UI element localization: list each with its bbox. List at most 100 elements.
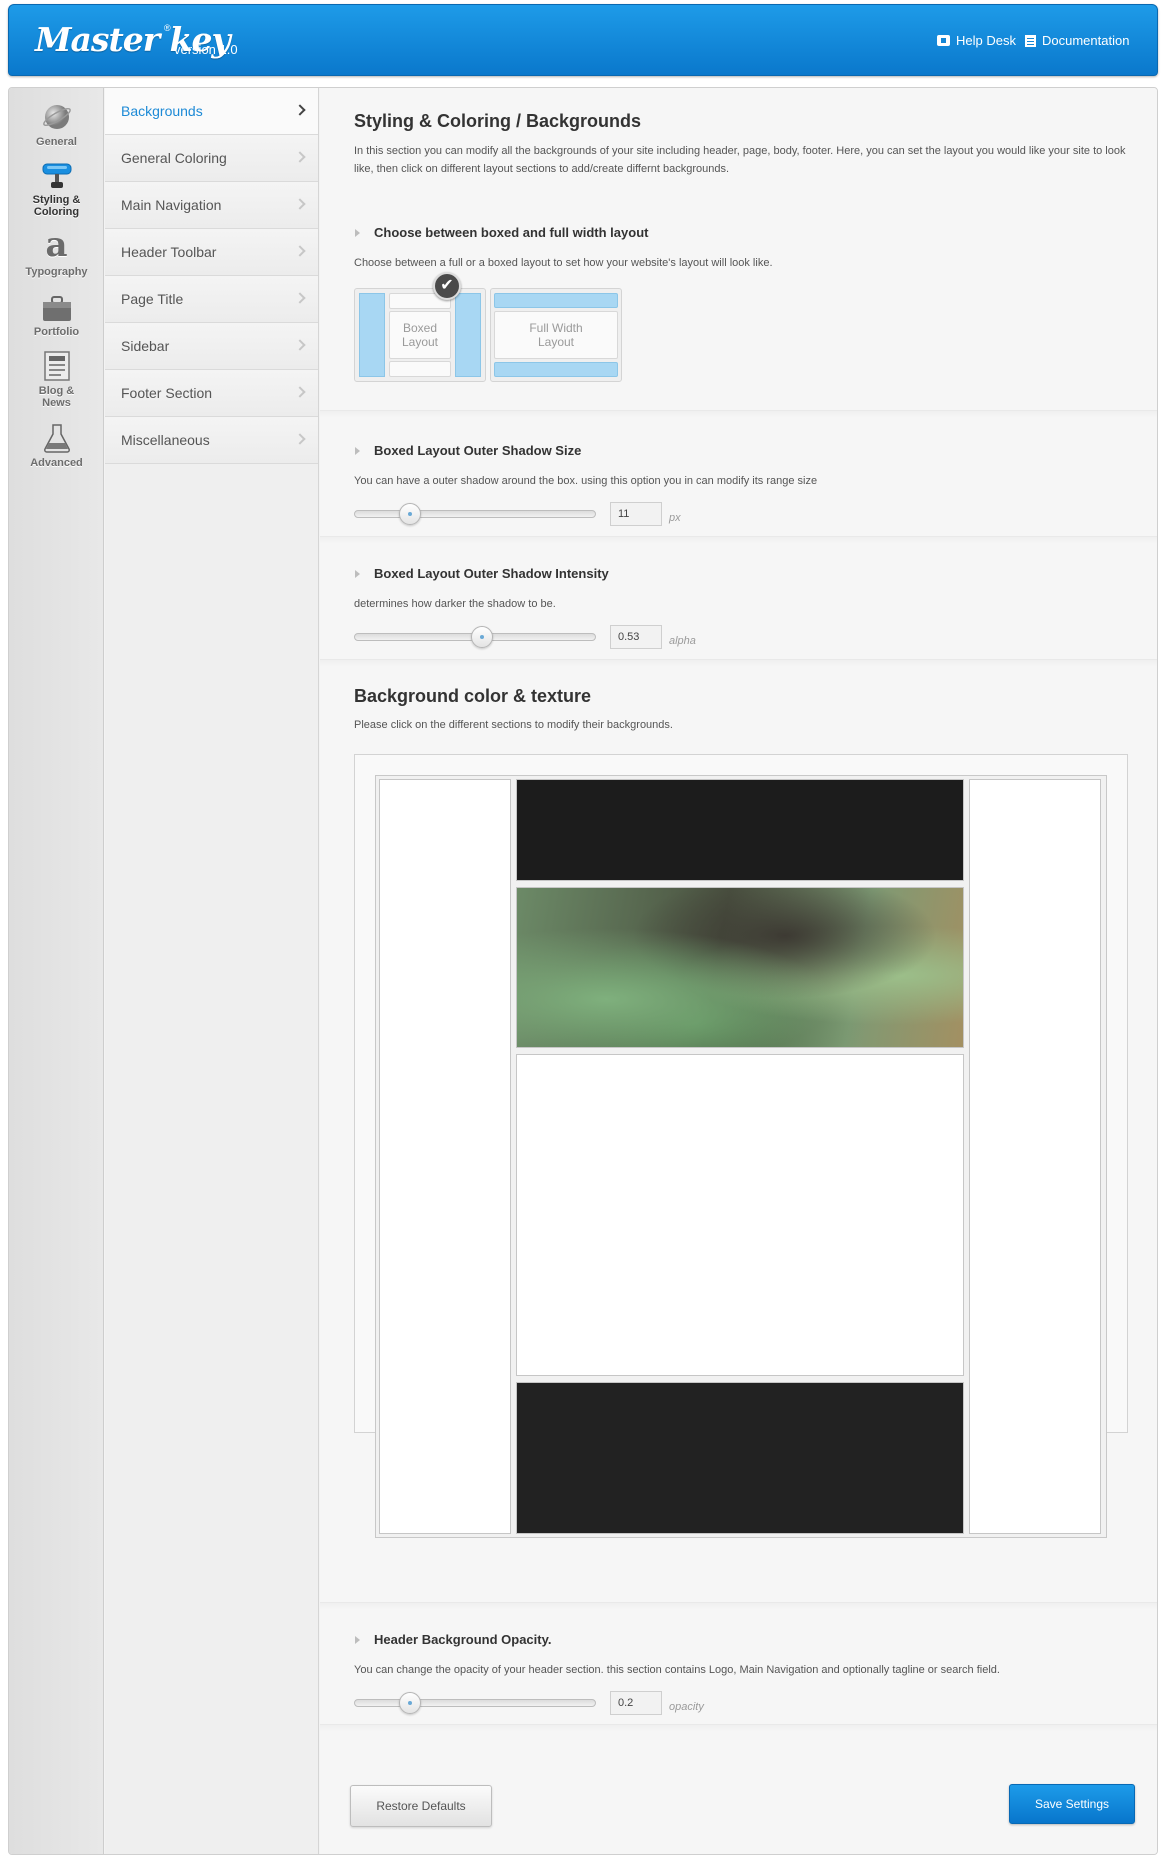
header-opacity-description: You can change the opacity of your heade… <box>354 1664 1000 1676</box>
help-desk-icon <box>937 35 950 46</box>
shadow-size-description: You can have a outer shadow around the b… <box>354 475 818 487</box>
nav-portfolio[interactable]: Portfolio <box>9 296 104 338</box>
briefcase-icon <box>42 296 71 321</box>
section-caret-icon <box>355 229 360 237</box>
footer-background-section[interactable] <box>516 1382 964 1534</box>
nav-general-label: General <box>36 136 77 148</box>
header-opacity-slider[interactable] <box>354 1692 596 1714</box>
restore-defaults-button[interactable]: Restore Defaults <box>350 1785 492 1827</box>
left-side-section[interactable] <box>379 779 511 1534</box>
layout-choice-description: Choose between a full or a boxed layout … <box>354 257 773 269</box>
shadow-size-slider[interactable] <box>354 503 596 525</box>
shadow-intensity-title: Boxed Layout Outer Shadow Intensity <box>374 566 609 581</box>
full-top-bar <box>494 293 618 308</box>
full-width-layout-option[interactable]: Full Width Layout <box>490 288 622 382</box>
nav-blog-label: Blog & News <box>38 385 75 409</box>
subnav-item-label: Sidebar <box>121 338 170 354</box>
full-bottom-bar <box>494 362 618 377</box>
subnav-item-label: Backgrounds <box>121 103 203 119</box>
section-caret-icon <box>355 447 360 455</box>
nav-general[interactable]: General <box>9 102 104 148</box>
shadow-intensity-slider[interactable] <box>354 626 596 648</box>
chevron-right-icon <box>294 245 306 257</box>
subnav-item-footer-section[interactable]: Footer Section <box>105 370 318 417</box>
shadow-size-input[interactable]: 11 <box>610 502 662 526</box>
subnav-item-page-title[interactable]: Page Title <box>105 276 318 323</box>
help-desk-link[interactable]: Help Desk <box>937 33 1016 48</box>
page-description: In this section you can modify all the b… <box>354 145 1126 175</box>
content-area: Styling & Coloring / Backgrounds In this… <box>320 88 1157 1854</box>
logo-registered-mark: ® <box>164 23 171 33</box>
boxed-left-bar <box>359 293 385 377</box>
chevron-right-icon <box>294 339 306 351</box>
header-opacity-input[interactable]: 0.2 <box>610 1691 662 1715</box>
subnav-item-main-navigation[interactable]: Main Navigation <box>105 182 318 229</box>
header-background-section[interactable] <box>516 779 964 881</box>
chevron-right-icon <box>294 151 306 163</box>
shadow-intensity-unit: alpha <box>669 635 696 647</box>
page-title-background-section[interactable] <box>516 887 964 1048</box>
save-settings-button[interactable]: Save Settings <box>1009 1784 1135 1824</box>
chevron-right-icon <box>294 198 306 210</box>
subnav-item-general-coloring[interactable]: General Coloring <box>105 135 318 182</box>
boxed-layout-option[interactable]: Boxed Layout <box>354 288 486 382</box>
header-opacity-unit: opacity <box>669 1701 704 1713</box>
sub-navigation: Backgrounds General Coloring Main Naviga… <box>105 88 319 1854</box>
page-background-section[interactable] <box>516 1054 964 1376</box>
bg-section-description: Please click on the different sections t… <box>354 719 673 731</box>
icon-navigation: General Styling & Coloring a Typography … <box>9 88 104 1854</box>
selected-check-icon: ✔ <box>433 272 461 300</box>
subnav-item-header-toolbar[interactable]: Header Toolbar <box>105 229 318 276</box>
chevron-right-icon <box>294 104 306 116</box>
subnav-item-sidebar[interactable]: Sidebar <box>105 323 318 370</box>
nav-typography-label: Typography <box>25 266 88 278</box>
section-divider <box>320 659 1157 667</box>
subnav-item-label: Header Toolbar <box>121 244 217 260</box>
section-divider <box>320 1602 1157 1610</box>
subnav-item-label: Miscellaneous <box>121 432 210 448</box>
boxed-right-bar <box>455 293 481 377</box>
flask-icon <box>43 424 70 453</box>
documentation-label: Documentation <box>1042 33 1130 48</box>
subnav-item-label: Main Navigation <box>121 197 222 213</box>
header-opacity-title: Header Background Opacity. <box>374 1632 552 1647</box>
subnav-item-backgrounds[interactable]: Backgrounds <box>105 88 318 135</box>
section-caret-icon <box>355 570 360 578</box>
layout-choice-title: Choose between boxed and full width layo… <box>374 225 649 240</box>
subnav-item-label: General Coloring <box>121 150 227 166</box>
shadow-size-unit: px <box>669 512 681 524</box>
subnav-item-miscellaneous[interactable]: Miscellaneous <box>105 417 318 464</box>
section-divider <box>320 410 1157 418</box>
nav-typography[interactable]: a Typography <box>9 225 104 278</box>
globe-icon <box>42 105 71 129</box>
documentation-icon <box>1025 34 1036 47</box>
section-divider <box>320 536 1157 544</box>
slider-handle[interactable] <box>399 1692 421 1714</box>
nav-portfolio-label: Portfolio <box>33 326 80 338</box>
shadow-size-title: Boxed Layout Outer Shadow Size <box>374 443 582 458</box>
chevron-right-icon <box>294 386 306 398</box>
nav-styling[interactable]: Styling & Coloring <box>9 162 104 218</box>
settings-panel: General Styling & Coloring a Typography … <box>8 87 1158 1855</box>
subnav-item-label: Page Title <box>121 291 184 307</box>
slider-handle[interactable] <box>399 503 421 525</box>
full-width-layout-label: Full Width Layout <box>529 321 583 349</box>
right-side-section[interactable] <box>969 779 1101 1534</box>
subnav-item-label: Footer Section <box>121 385 213 401</box>
page-title: Styling & Coloring / Backgrounds <box>354 111 642 131</box>
nav-advanced-label: Advanced <box>30 457 83 469</box>
letter-a-icon: a <box>45 225 68 265</box>
nav-blog[interactable]: Blog & News <box>9 351 104 409</box>
body-background-section[interactable] <box>375 775 1107 1538</box>
newspaper-icon <box>43 351 70 381</box>
boxed-bottom-block <box>389 361 451 377</box>
shadow-intensity-input[interactable]: 0.53 <box>610 625 662 649</box>
boxed-layout-label: Boxed Layout <box>401 321 439 349</box>
slider-handle[interactable] <box>471 626 493 648</box>
nav-styling-label: Styling & Coloring <box>32 194 81 218</box>
shadow-intensity-description: determines how darker the shadow to be. <box>354 598 556 610</box>
nav-advanced[interactable]: Advanced <box>9 423 104 469</box>
documentation-link[interactable]: Documentation <box>1025 33 1129 48</box>
chevron-right-icon <box>294 292 306 304</box>
top-header-bar: Master key ® version 1.0 Help Desk Docum… <box>8 4 1158 76</box>
